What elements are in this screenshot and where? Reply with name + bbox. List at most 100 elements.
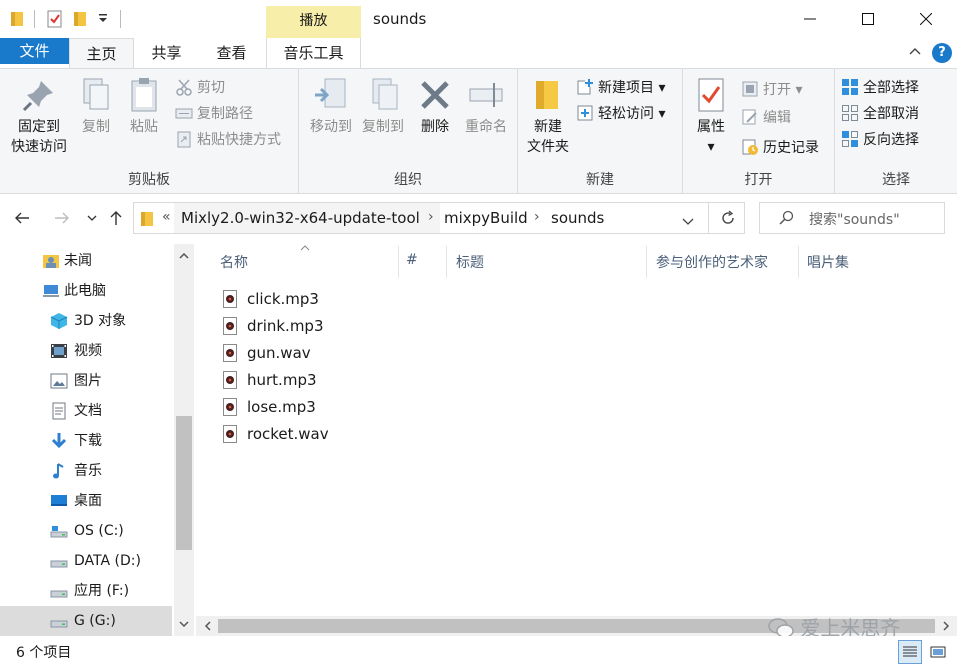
sidebar-item-music[interactable]: 音乐 <box>0 456 172 486</box>
minimize-button[interactable] <box>781 0 839 38</box>
list-item[interactable]: drink.mp3 <box>218 313 368 339</box>
sidebar-item-documents[interactable]: 文档 <box>0 396 172 426</box>
easy-access-button[interactable]: 轻松访问 ▾ <box>576 103 665 125</box>
history-button[interactable]: 历史记录 <box>741 137 819 159</box>
recent-locations-button[interactable] <box>82 208 102 228</box>
pin-to-quick-access-button[interactable]: 固定到 快速访问 <box>6 75 72 157</box>
audio-file-icon <box>223 317 237 335</box>
edit-button[interactable]: 编辑 <box>741 107 791 129</box>
sidebar-item-drive-g[interactable]: G (G:) <box>0 606 172 636</box>
tab-home[interactable]: 主页 <box>69 38 134 68</box>
list-item[interactable]: rocket.wav <box>218 421 368 447</box>
search-input[interactable]: 搜索"sounds" <box>759 202 945 234</box>
paste-shortcut-button[interactable]: 粘贴快捷方式 <box>175 129 281 151</box>
column-header-album[interactable]: 唱片集 <box>807 252 849 272</box>
tab-view[interactable]: 查看 <box>199 38 264 68</box>
column-header-artists[interactable]: 参与创作的艺术家 <box>656 252 768 272</box>
scissors-icon <box>176 79 192 96</box>
column-divider[interactable] <box>446 246 447 278</box>
copy-path-button[interactable]: 复制路径 <box>175 103 253 125</box>
folder-icon <box>10 10 24 32</box>
rename-button[interactable]: 重命名 <box>459 75 513 137</box>
column-header-number[interactable]: # <box>406 252 418 268</box>
breadcrumb-separator-icon[interactable]: › <box>428 209 434 225</box>
up-button[interactable] <box>106 208 126 228</box>
address-bar[interactable]: « Mixly2.0-win32-x64-update-tool › mixpy… <box>133 202 745 234</box>
column-divider[interactable] <box>646 246 647 278</box>
list-item[interactable]: hurt.mp3 <box>218 367 368 393</box>
select-none-button[interactable]: 全部取消 <box>841 103 919 125</box>
customize-quick-access-icon[interactable] <box>98 12 108 28</box>
list-item[interactable]: gun.wav <box>218 340 368 366</box>
large-icons-view-button[interactable] <box>926 640 950 664</box>
new-folder-button[interactable]: 新建 文件夹 <box>522 75 574 157</box>
sidebar-item-drive-f[interactable]: 应用 (F:) <box>0 576 172 606</box>
arrow-left-icon <box>15 212 29 224</box>
tab-share[interactable]: 共享 <box>134 38 199 68</box>
breadcrumb-item[interactable]: mixpyBuild <box>444 209 528 227</box>
column-header-name[interactable]: 名称 <box>220 252 248 272</box>
sidebar-item-desktop[interactable]: 桌面 <box>0 486 172 516</box>
sidebar-item-videos[interactable]: 视频 <box>0 336 172 366</box>
sidebar-item-label: 视频 <box>74 343 102 359</box>
navigation-pane-scrollbar[interactable] <box>174 244 194 636</box>
back-button[interactable] <box>12 208 32 228</box>
copy-button[interactable]: 复制 <box>74 75 118 137</box>
column-divider[interactable] <box>398 246 399 278</box>
details-view-icon <box>903 646 917 657</box>
select-all-button[interactable]: 全部选择 <box>841 77 919 99</box>
tab-music-tools[interactable]: 音乐工具 <box>266 38 361 68</box>
tab-play-context[interactable]: 播放 <box>266 6 361 38</box>
scroll-up-icon[interactable] <box>178 250 190 262</box>
breadcrumb-item[interactable]: Mixly2.0-win32-x64-update-tool <box>181 209 420 227</box>
details-view-button[interactable] <box>898 640 922 664</box>
paste-label: 粘贴 <box>130 119 158 135</box>
column-header-title[interactable]: 标题 <box>456 252 484 272</box>
breadcrumb-separator-icon[interactable]: › <box>534 209 540 225</box>
cut-button[interactable]: 剪切 <box>175 77 225 99</box>
maximize-button[interactable] <box>839 0 897 38</box>
column-divider[interactable] <box>798 246 799 278</box>
new-folder-quick-icon[interactable] <box>73 10 87 32</box>
properties-button[interactable]: 属性 ▾ <box>687 75 735 157</box>
list-item[interactable]: lose.mp3 <box>218 394 368 420</box>
move-to-button[interactable]: 移动到 <box>303 75 359 137</box>
scroll-right-icon[interactable] <box>940 620 952 632</box>
file-name: click.mp3 <box>247 290 319 308</box>
edit-icon <box>742 109 757 125</box>
forward-button[interactable] <box>52 208 72 228</box>
move-to-label: 移动到 <box>310 119 352 135</box>
drive-icon <box>50 526 68 538</box>
sidebar-item-drive-d[interactable]: DATA (D:) <box>0 546 172 576</box>
help-icon[interactable]: ? <box>932 43 952 63</box>
organize-group-label: 组织 <box>394 172 422 188</box>
sidebar-item-user[interactable]: 未闻 <box>0 246 172 276</box>
tab-file[interactable]: 文件 <box>0 38 69 64</box>
sidebar-item-this-pc[interactable]: 此电脑 <box>0 276 172 306</box>
sidebar-item-drive-c[interactable]: OS (C:) <box>0 516 172 546</box>
copy-to-button[interactable]: 复制到 <box>355 75 411 137</box>
scroll-left-icon[interactable] <box>202 620 214 632</box>
breadcrumb-overflow[interactable]: « <box>162 209 171 225</box>
invert-selection-icon <box>842 131 858 147</box>
sidebar-item-pictures[interactable]: 图片 <box>0 366 172 396</box>
open-button[interactable]: 打开 ▾ <box>741 79 802 101</box>
invert-selection-button[interactable]: 反向选择 <box>841 129 919 151</box>
collapse-ribbon-icon[interactable] <box>908 44 922 62</box>
new-item-button[interactable]: 新建项目 ▾ <box>576 77 665 99</box>
sidebar-item-3d-objects[interactable]: 3D 对象 <box>0 306 172 336</box>
close-button[interactable] <box>897 0 955 38</box>
properties-quick-icon[interactable] <box>46 10 64 32</box>
file-name: lose.mp3 <box>247 398 316 416</box>
breadcrumb-item[interactable]: sounds <box>551 209 604 227</box>
properties-label: 属性 <box>697 119 725 135</box>
scroll-down-icon[interactable] <box>178 618 190 630</box>
delete-button[interactable]: 删除 <box>415 75 455 137</box>
list-item[interactable]: click.mp3 <box>218 286 368 312</box>
sidebar-item-downloads[interactable]: 下载 <box>0 426 172 456</box>
scrollbar-thumb[interactable] <box>176 416 192 550</box>
refresh-icon[interactable] <box>720 210 736 230</box>
paste-button[interactable]: 粘贴 <box>122 75 166 137</box>
address-history-chevron-icon[interactable] <box>682 214 694 230</box>
pin-label-line2: 快速访问 <box>11 139 67 155</box>
